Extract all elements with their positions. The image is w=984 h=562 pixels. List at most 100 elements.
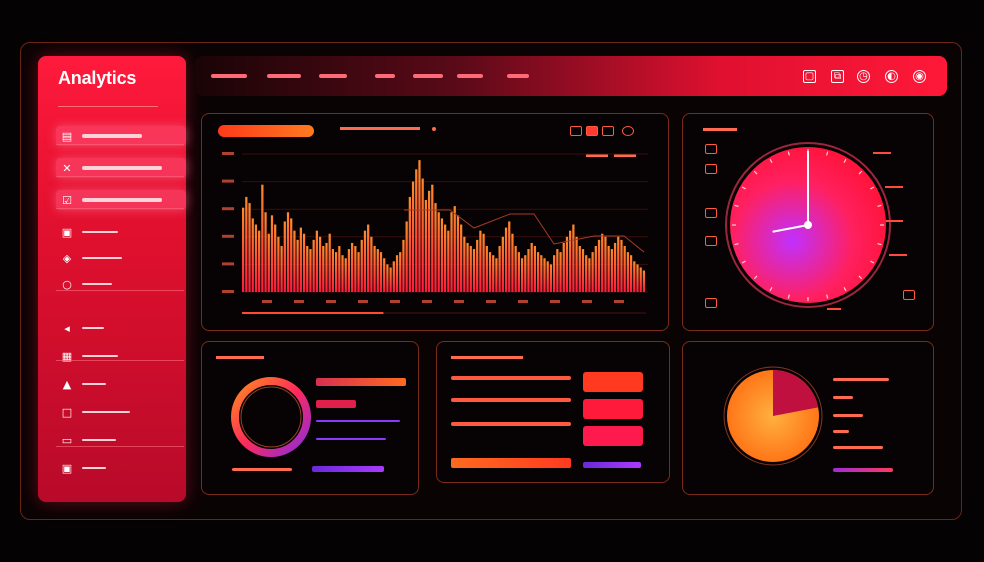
bar-22 (312, 239, 315, 292)
sidebar-item-3[interactable]: ☑ (56, 190, 186, 210)
bar-54 (415, 169, 418, 292)
filter-icon[interactable] (586, 126, 598, 136)
sidebar-item-4[interactable]: ▣ (56, 222, 186, 242)
bar-14 (286, 212, 290, 292)
bar-18 (299, 227, 302, 292)
bar-39 (367, 224, 370, 292)
bar-35 (354, 246, 357, 292)
top-nav-item-6[interactable] (457, 74, 483, 78)
bar-77 (488, 252, 492, 292)
copy-icon[interactable]: ⧉ (831, 70, 844, 83)
donut-chart (231, 377, 311, 457)
more-icon[interactable] (622, 126, 634, 136)
sidebar-item-7[interactable]: ◂ (56, 318, 186, 338)
pie-progress (833, 468, 893, 472)
sidebar-item-label-bar (82, 231, 118, 233)
bar-15 (290, 218, 293, 292)
bar-51 (405, 221, 408, 292)
sidebar-item-5[interactable]: ◈ (56, 248, 186, 268)
globe-icon[interactable]: ◐ (885, 70, 898, 83)
zoom-icon[interactable] (570, 126, 582, 136)
gauge-icon-5 (705, 298, 717, 308)
bar-124 (639, 267, 642, 292)
pie-panel (682, 341, 934, 495)
sidebar-item-11[interactable]: ▭ (56, 430, 186, 450)
pie-legend-1 (833, 378, 889, 381)
top-nav-item-7[interactable] (507, 74, 529, 78)
top-nav-item-5[interactable] (413, 74, 443, 78)
gauge-hub (804, 221, 812, 229)
bar-40 (370, 236, 373, 292)
sidebar-item-label-bar (82, 257, 122, 259)
donut-bar-5 (232, 468, 292, 471)
bar-2 (248, 203, 251, 292)
bar-37 (360, 239, 363, 292)
bar-67 (456, 215, 460, 292)
bar-chart (222, 152, 648, 314)
window-icon[interactable]: ▢ (803, 70, 816, 83)
shield-icon: ◈ (62, 251, 72, 265)
bar-26 (325, 242, 328, 292)
status-dot (432, 127, 436, 131)
sidebar-item-1[interactable]: ▤ (56, 126, 186, 146)
bar-12 (280, 246, 283, 292)
metric-button-3[interactable] (583, 426, 643, 446)
bar-8 (267, 233, 270, 292)
bar-87 (520, 258, 524, 292)
sidebar-item-9[interactable]: ▲ (56, 374, 186, 394)
bar-88 (524, 255, 527, 292)
clock-icon[interactable]: ◷ (857, 70, 870, 83)
y-tick-label-4 (222, 262, 234, 266)
sidebar-item-12[interactable]: ▣ (56, 458, 186, 478)
metric-row-2 (451, 398, 571, 402)
metric-button-2[interactable] (583, 399, 643, 419)
top-nav-item-3[interactable] (319, 74, 347, 78)
metric-row-1 (451, 376, 571, 380)
bar-57 (424, 200, 428, 292)
bar-86 (517, 252, 520, 292)
bar-100 (562, 242, 565, 292)
gauge-icon-3 (705, 208, 717, 218)
chart-selector-dropdown[interactable] (218, 125, 314, 137)
bar-24 (318, 236, 322, 292)
bar-4 (254, 224, 258, 292)
bar-119 (623, 246, 626, 292)
bar-46 (389, 267, 392, 292)
trend-line (404, 209, 645, 253)
bar-101 (565, 236, 569, 292)
gauge-export-icon[interactable] (903, 290, 915, 300)
bar-71 (469, 246, 472, 292)
bar-106 (581, 249, 585, 292)
bar-85 (514, 246, 517, 292)
top-nav-item-1[interactable] (211, 74, 247, 78)
x-tick-label-9 (550, 300, 560, 303)
bar-48 (395, 255, 399, 292)
top-nav-item-2[interactable] (267, 74, 301, 78)
pie-chart (723, 366, 823, 466)
bar-107 (585, 255, 588, 292)
bar-43 (379, 252, 383, 292)
bar-122 (633, 261, 636, 292)
sidebar-item-8[interactable]: ▦ (56, 346, 186, 366)
bar-10 (274, 224, 277, 292)
bar-75 (482, 233, 485, 292)
user-icon[interactable]: ◉ (913, 70, 926, 83)
y-tick-label-2 (222, 207, 234, 211)
top-nav-item-4[interactable] (375, 74, 395, 78)
arrow-icon: ◂ (64, 321, 70, 335)
x-tick-label-10 (582, 300, 592, 303)
bar-0 (242, 207, 245, 292)
bar-55 (418, 160, 421, 292)
bar-31 (341, 255, 344, 292)
sidebar-item-10[interactable]: □ (56, 402, 186, 422)
checkbox-icon: ☑ (62, 193, 72, 207)
sidebar-item-2[interactable]: ✕ (56, 158, 186, 178)
sidebar-divider-6 (56, 446, 184, 447)
bar-104 (575, 236, 578, 292)
metric-button-1[interactable] (583, 372, 643, 392)
sidebar-item-6[interactable]: ○ (56, 274, 186, 294)
bar-111 (597, 239, 601, 292)
expand-icon[interactable] (602, 126, 614, 136)
bar-11 (277, 236, 280, 292)
donut-title-bar (216, 356, 264, 359)
